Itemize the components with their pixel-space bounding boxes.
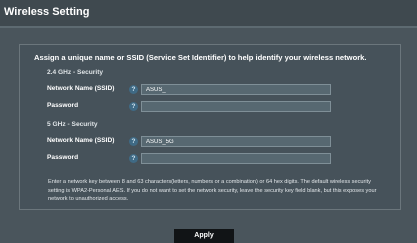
ssid-label-5ghz: Network Name (SSID)	[47, 137, 115, 144]
title-divider	[0, 26, 417, 28]
title-bar: Wireless Setting	[0, 0, 417, 26]
apply-button[interactable]: Apply	[174, 229, 234, 243]
security-note: Enter a network key between 8 and 63 cha…	[48, 179, 377, 203]
wireless-settings-panel: Assign a unique name or SSID (Service Se…	[19, 44, 401, 210]
password-label-2-4ghz: Password	[47, 102, 79, 109]
password-input-2-4ghz[interactable]	[141, 101, 331, 112]
password-label-5ghz: Password	[47, 154, 79, 161]
help-icon[interactable]: ?	[129, 85, 138, 94]
section-label-5ghz: 5 GHz - Security	[47, 121, 98, 128]
ssid-label-2-4ghz: Network Name (SSID)	[47, 85, 115, 92]
page-title: Wireless Setting	[4, 6, 90, 18]
help-icon[interactable]: ?	[129, 137, 138, 146]
help-icon[interactable]: ?	[129, 102, 138, 111]
ssid-input-2-4ghz[interactable]	[141, 84, 331, 95]
section-label-2-4ghz: 2.4 GHz - Security	[47, 69, 104, 76]
help-icon[interactable]: ?	[129, 154, 138, 163]
form-heading: Assign a unique name or SSID (Service Se…	[34, 53, 367, 62]
ssid-input-5ghz[interactable]	[141, 136, 331, 147]
password-input-5ghz[interactable]	[141, 153, 331, 164]
